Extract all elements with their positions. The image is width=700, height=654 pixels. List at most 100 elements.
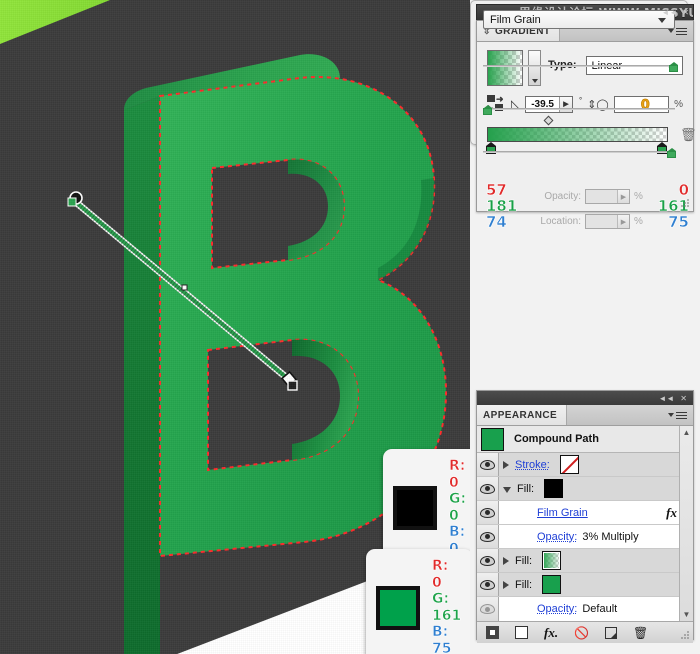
gradient-location-input[interactable]: ▶ (585, 214, 630, 229)
appearance-titlebar: ◄◄ ✕ (477, 391, 693, 405)
disclosure-triangle-icon[interactable] (503, 556, 509, 565)
clear-appearance-icon[interactable]: 🚫 (574, 626, 589, 640)
degree-symbol: ° (578, 95, 583, 105)
grain-slider-track[interactable] (483, 62, 679, 72)
visibility-toggle-fill-gradient[interactable] (477, 549, 499, 572)
highlight-area-slider-knob[interactable] (483, 105, 492, 115)
delete-stop-icon[interactable]: 🗑 (680, 128, 697, 143)
visibility-toggle-film-grain[interactable] (477, 501, 499, 524)
visibility-toggle-fill-green[interactable] (477, 573, 499, 596)
visibility-toggle-fx-opacity[interactable] (477, 525, 499, 548)
scroll-down-icon[interactable]: ▼ (683, 608, 691, 621)
disclosure-triangle-icon[interactable] (503, 580, 509, 589)
chevron-down-icon (531, 79, 538, 83)
fill-black-label[interactable]: Fill: (517, 483, 534, 495)
appearance-row-stroke[interactable]: Stroke: (477, 453, 693, 477)
fill-green-label[interactable]: Fill: (515, 579, 532, 591)
green-g-label: G: (432, 591, 450, 608)
intensity-slider-knob[interactable] (667, 148, 677, 158)
gradient-panel-resize-grip[interactable] (681, 199, 690, 208)
scroll-up-icon[interactable]: ▲ (683, 426, 691, 439)
appearance-row-film-grain[interactable]: Film Grain fx (477, 501, 693, 525)
gradient-opacity-row: Opacity: ▶ % (535, 189, 643, 204)
gradient-opacity-input[interactable]: ▶ (585, 189, 630, 204)
stroke-color-swatch[interactable] (559, 455, 579, 474)
disclosure-triangle-icon[interactable] (503, 460, 509, 469)
chevron-down-icon (658, 18, 666, 23)
fill-gradient-label[interactable]: Fill: (515, 555, 532, 567)
add-new-fill-icon[interactable] (515, 626, 528, 639)
visibility-toggle-stroke[interactable] (477, 453, 499, 476)
black-g-label: G: (449, 491, 467, 508)
fx-opacity-value: 3% Multiply (582, 530, 639, 543)
right-stop-r: 0 (678, 181, 689, 199)
appearance-row-object-opacity[interactable]: Opacity: Default (477, 597, 693, 621)
highlight-area-slider-track[interactable] (483, 105, 675, 115)
appearance-row-fill-gradient[interactable]: Fill: (477, 549, 693, 573)
appearance-row-fill-green[interactable]: Fill: (477, 573, 693, 597)
visibility-toggle-object-opacity[interactable] (477, 597, 499, 621)
left-stop-r: 57 (486, 181, 507, 199)
black-color-swatch (393, 485, 437, 530)
visibility-toggle-fill-black[interactable] (477, 477, 499, 500)
tab-appearance[interactable]: APPEARANCE (477, 405, 568, 425)
object-opacity-value: Default (582, 603, 618, 615)
close-icon[interactable]: ✕ (680, 394, 687, 403)
appearance-panel-tabrow: APPEARANCE (477, 405, 693, 426)
gradient-opacity-percent: % (634, 191, 643, 202)
appearance-panel: ◄◄ ✕ APPEARANCE Compound Path Stroke: Fi… (476, 390, 694, 643)
duplicate-item-icon[interactable] (605, 626, 618, 639)
gradient-location-percent: % (634, 216, 643, 227)
location-stepper[interactable]: ▶ (617, 215, 629, 228)
disclosure-triangle-open-icon[interactable] (503, 487, 511, 493)
fx-icon[interactable]: fx (666, 505, 677, 521)
tab-appearance-label: APPEARANCE (483, 409, 558, 421)
appearance-panel-resize-grip[interactable] (681, 631, 690, 640)
film-grain-effect-select[interactable]: Film Grain (483, 10, 675, 29)
green-b-label: B: (432, 624, 449, 641)
appearance-footer-toolbar: fx. 🚫 🗑 (477, 621, 693, 643)
appearance-row-fill-black[interactable]: Fill: (477, 477, 693, 501)
black-r-label: R: (449, 458, 466, 475)
chevron-down-icon (668, 29, 674, 33)
add-new-stroke-icon[interactable] (486, 626, 499, 639)
gradient-midpoint-diamond[interactable] (543, 115, 554, 126)
film-grain-effect-label[interactable]: Film Grain (537, 507, 588, 519)
green-r-label: R: (432, 558, 449, 575)
gradient-location-row: Location: ▶ % (535, 214, 643, 229)
gradient-panel: ⇳ GRADIENT Type: Linear (476, 20, 697, 231)
intensity-slider-track[interactable] (483, 148, 677, 158)
fill-black-color-swatch[interactable] (544, 479, 564, 498)
fill-green-color-swatch[interactable] (542, 575, 562, 594)
appearance-scrollbar[interactable]: ▲ ▼ (679, 426, 693, 621)
delete-item-icon[interactable]: 🗑 (633, 626, 648, 640)
gradient-opacity-label: Opacity: (544, 191, 581, 202)
stroke-label[interactable]: Stroke: (515, 459, 550, 471)
object-opacity-label[interactable]: Opacity: (537, 603, 577, 615)
opacity-stepper[interactable]: ▶ (617, 190, 629, 203)
gradient-location-label: Location: (540, 216, 581, 227)
collapse-icon[interactable]: ◄◄ (658, 394, 674, 403)
minimize-icon[interactable]: ◄◄ (661, 8, 677, 17)
chevron-down-icon (668, 413, 674, 417)
close-icon[interactable]: ✕ (682, 8, 689, 17)
appearance-rows: Compound Path Stroke: Fill: Film Grain f… (477, 426, 693, 621)
gradient-slider[interactable]: 🗑 (486, 115, 697, 154)
add-new-effect-icon[interactable]: fx. (544, 625, 558, 641)
panel-column: 思缘设计论坛 WWW.MISSYUAN.COM ◄◄ ✕ ⇳ GRADIENT (470, 0, 700, 654)
gradient-ramp[interactable] (487, 127, 668, 142)
object-thumbnail (481, 427, 504, 451)
aspect-percent-label: % (674, 98, 683, 110)
fx-opacity-label[interactable]: Opacity: (537, 531, 577, 543)
green-g-value: 161 (432, 607, 462, 624)
appearance-row-fx-opacity[interactable]: Opacity: 3% Multiply (477, 525, 693, 549)
green-r-value: 0 (432, 574, 442, 591)
left-stop-g: 181 (486, 197, 518, 216)
artboard-canvas[interactable]: R: 0 G: 0 B: 0 R: 0 G: 161 B: 75 (0, 0, 470, 654)
appearance-panel-menu-button[interactable] (668, 405, 693, 425)
gradient-left-stop-rgb: 57 181 74 (486, 181, 518, 231)
fill-gradient-color-swatch[interactable] (542, 551, 562, 570)
appearance-object-header: Compound Path (477, 426, 693, 453)
grain-slider-knob[interactable] (669, 62, 679, 72)
green-color-swatch (376, 585, 420, 630)
